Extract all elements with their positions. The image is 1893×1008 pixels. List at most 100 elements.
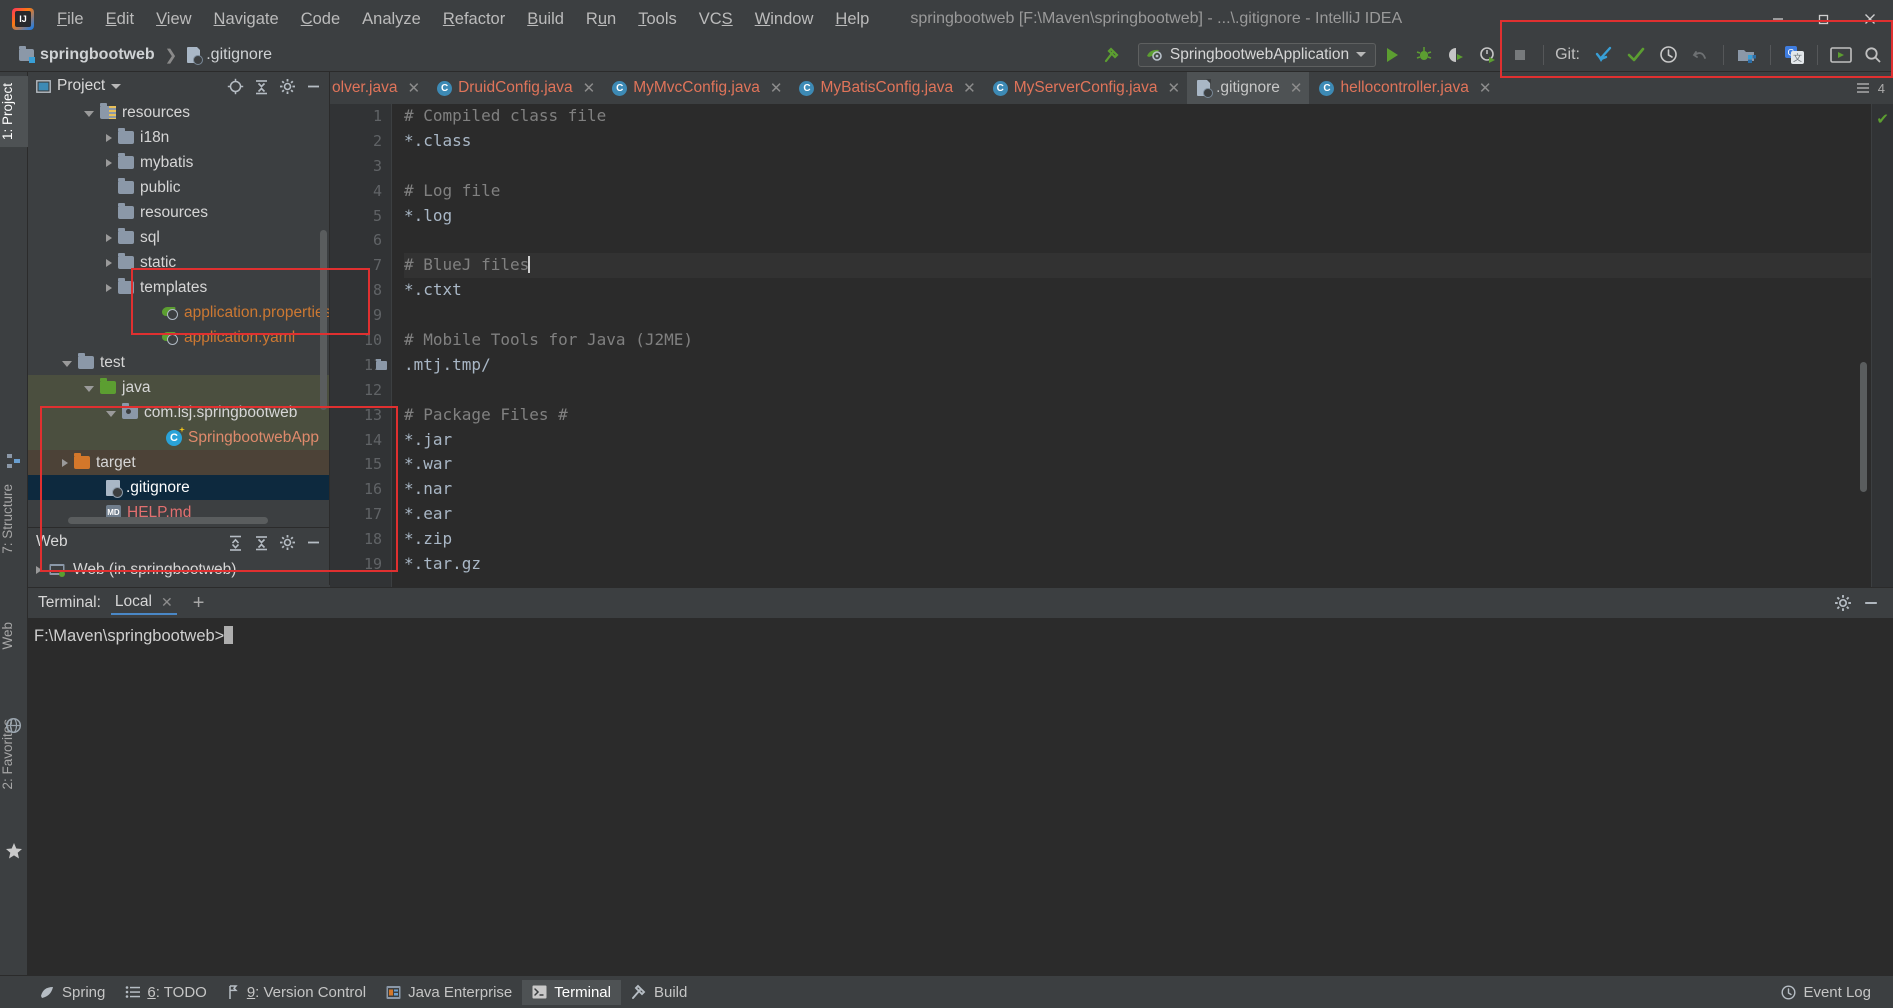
chevron-down-icon[interactable] [106,410,116,417]
status-item-version-control[interactable]: 9: Version Control [217,980,376,1005]
chevron-right-icon[interactable] [106,233,112,242]
run-icon[interactable] [1377,41,1407,69]
editor-tab-druidconfig[interactable]: DruidConfig.java ✕ [427,72,602,104]
close-icon[interactable]: ✕ [770,79,783,97]
menu-file[interactable]: File [46,6,95,33]
tree-node-package[interactable]: com.lsj.springbootweb [28,400,329,425]
search-icon[interactable] [1858,41,1888,69]
close-icon[interactable]: ✕ [1479,79,1492,97]
minimize-button[interactable] [1755,0,1801,38]
tab-list-icon[interactable] [1856,81,1872,95]
tree-node-springbootweb-app-tests[interactable]: C SpringbootwebApp [28,425,329,450]
menu-navigate[interactable]: Navigate [203,6,290,33]
menu-edit[interactable]: Edit [95,6,145,33]
chevron-down-icon[interactable] [84,385,94,392]
tree-node-i18n[interactable]: i18n [28,125,329,150]
hide-panel-icon[interactable] [301,75,325,97]
tree-node-sql[interactable]: sql [28,225,329,250]
chevron-right-icon[interactable] [106,258,112,267]
sidebar-item-project[interactable]: 1: Project [0,76,28,148]
menu-help[interactable]: Help [824,6,880,33]
project-tree[interactable]: resources i18n mybatis public resources [28,100,329,527]
breadcrumb-item-file[interactable]: .gitignore [182,44,277,66]
menu-vcs[interactable]: VCS [688,6,744,33]
tree-node-static[interactable]: static [28,250,329,275]
hide-panel-icon[interactable] [301,531,325,553]
close-icon[interactable]: ✕ [407,79,420,97]
breadcrumb-item-module[interactable]: springbootweb [14,44,160,66]
open-folder-icon[interactable] [1732,41,1762,69]
status-item-spring[interactable]: Spring [30,980,115,1005]
add-terminal-tab-button[interactable]: + [193,593,205,613]
git-update-icon[interactable] [1589,41,1619,69]
editor-tab-mymvcconfig[interactable]: MyMvcConfig.java ✕ [602,72,789,104]
menu-run[interactable]: Run [575,6,627,33]
menu-refactor[interactable]: Refactor [432,6,516,33]
tree-node-gitignore[interactable]: .gitignore [28,475,329,500]
settings-gear-icon[interactable] [275,531,299,553]
menu-window[interactable]: Window [744,6,825,33]
terminal-body[interactable]: F:\Maven\springbootweb> [28,618,1893,975]
chevron-right-icon[interactable] [106,283,112,292]
terminal-tab-local[interactable]: Local ✕ [110,591,177,615]
menu-view[interactable]: View [145,6,202,33]
present-icon[interactable] [1826,41,1856,69]
code-content[interactable]: # Compiled class file *.class # Log file… [392,104,1893,587]
chevron-right-icon[interactable] [106,158,112,167]
close-icon[interactable]: ✕ [1290,79,1303,97]
tree-node-public[interactable]: public [28,175,329,200]
sidebar-item-web[interactable]: Web [0,615,28,657]
menu-tools[interactable]: Tools [627,6,688,33]
git-rollback-icon[interactable] [1685,41,1715,69]
run-configuration-selector[interactable]: SpringbootwebApplication [1137,42,1377,67]
editor-vertical-scrollbar[interactable] [1860,362,1867,492]
close-icon[interactable]: ✕ [1168,79,1181,97]
menu-code[interactable]: Code [290,6,351,33]
tree-node-test-java[interactable]: java [28,375,329,400]
expand-all-icon[interactable] [223,531,247,553]
chevron-down-icon[interactable] [84,110,94,117]
editor-tab-hellocontroller[interactable]: hellocontroller.java ✕ [1309,72,1498,104]
editor-tab-mybatisconfig[interactable]: MyBatisConfig.java ✕ [789,72,982,104]
collapse-all-icon[interactable] [249,531,273,553]
web-tree-node-root[interactable]: Web (in springbootweb) [28,556,329,583]
sidebar-item-structure[interactable]: 7: Structure [0,477,28,561]
editor-inspection-gutter[interactable]: ✔ [1871,104,1893,587]
editor-tab-gitignore[interactable]: .gitignore ✕ [1187,72,1310,104]
debug-icon[interactable] [1409,41,1439,69]
close-icon[interactable]: ✕ [963,79,976,97]
project-tree-horizontal-scrollbar[interactable] [68,517,268,524]
status-item-build[interactable]: Build [621,980,697,1005]
status-item-java-enterprise[interactable]: Java Enterprise [376,980,522,1005]
editor-tab-olver-java[interactable]: olver.java ✕ [330,72,427,104]
chevron-right-icon[interactable] [62,458,68,467]
settings-gear-icon[interactable] [1831,592,1855,614]
close-icon[interactable]: ✕ [583,79,596,97]
tree-node-resources[interactable]: resources [28,100,329,125]
collapse-all-icon[interactable] [249,75,273,97]
status-item-terminal[interactable]: Terminal [522,979,621,1005]
status-item-event-log[interactable]: Event Log [1771,980,1881,1005]
project-tree-vertical-scrollbar[interactable] [320,230,327,410]
git-commit-icon[interactable] [1621,41,1651,69]
chevron-right-icon[interactable] [106,133,112,142]
profile-icon[interactable] [1473,41,1503,69]
menu-analyze[interactable]: Analyze [351,6,432,33]
close-button[interactable] [1847,0,1893,38]
hide-panel-icon[interactable] [1859,592,1883,614]
tree-node-target[interactable]: target [28,450,329,475]
settings-gear-icon[interactable] [275,75,299,97]
build-hammer-icon[interactable] [1097,41,1127,69]
close-icon[interactable]: ✕ [161,594,173,611]
tree-node-test[interactable]: test [28,350,329,375]
locate-icon[interactable] [223,75,247,97]
project-view-chevron-down-icon[interactable] [111,83,122,89]
chevron-down-icon[interactable] [62,360,72,367]
tree-node-application-properties[interactable]: application.properties [28,300,329,325]
menu-build[interactable]: Build [516,6,575,33]
status-item-todo[interactable]: 6: TODO [115,980,216,1005]
tree-node-templates[interactable]: templates [28,275,329,300]
editor-tab-myserverconfig[interactable]: MyServerConfig.java ✕ [983,72,1187,104]
run-coverage-icon[interactable] [1441,41,1471,69]
translate-icon[interactable]: G文 [1779,41,1809,69]
